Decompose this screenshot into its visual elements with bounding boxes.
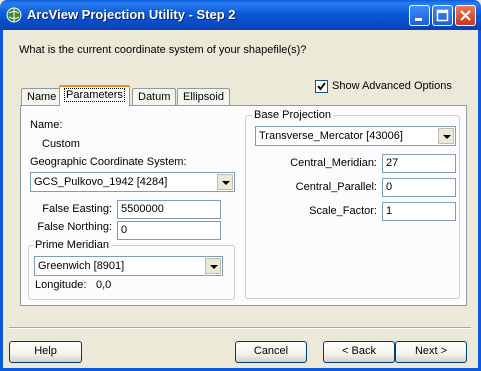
gcs-value: GCS_Pulkovo_1942 [4284] [34, 176, 168, 188]
name-value: Custom [42, 138, 80, 150]
close-button[interactable] [455, 5, 476, 26]
minimize-icon [415, 18, 422, 21]
false-easting-field[interactable]: 5500000 [117, 200, 221, 219]
tab-name-label: Name [27, 91, 57, 103]
tab-datum[interactable]: Datum [132, 88, 177, 105]
base-projection-value: Transverse_Mercator [43006] [259, 130, 403, 142]
maximize-icon [436, 9, 449, 22]
name-label: Name: [30, 119, 63, 131]
central-meridian-label: Central_Meridian: [290, 157, 377, 169]
chevron-down-icon[interactable] [217, 174, 233, 190]
tab-datum-label: Datum [138, 91, 171, 103]
prime-meridian-dropdown[interactable]: Greenwich [8901] [34, 256, 223, 276]
scale-factor-label: Scale_Factor: [309, 205, 377, 217]
globe-icon [6, 7, 22, 23]
base-projection-dropdown[interactable]: Transverse_Mercator [43006] [255, 126, 456, 146]
tab-ellipsoid[interactable]: Ellipsoid [177, 88, 230, 105]
false-northing-field[interactable]: 0 [117, 221, 221, 240]
show-advanced-checkbox[interactable] [315, 80, 328, 93]
gcs-dropdown[interactable]: GCS_Pulkovo_1942 [4284] [30, 172, 235, 192]
chevron-down-icon[interactable] [438, 128, 454, 144]
longitude-label: Longitude: [35, 279, 87, 291]
gcs-label: Geographic Coordinate System: [30, 156, 187, 168]
button-separator [9, 327, 471, 329]
help-button[interactable]: Help [9, 341, 82, 363]
checkmark-icon [317, 82, 326, 91]
central-meridian-field[interactable]: 27 [382, 154, 456, 173]
tab-name[interactable]: Name [21, 88, 63, 105]
prime-meridian-value: Greenwich [8901] [38, 260, 125, 272]
false-northing-label: False Northing: [37, 221, 112, 233]
tab-ellipsoid-label: Ellipsoid [183, 91, 224, 103]
cancel-button[interactable]: Cancel [235, 341, 307, 363]
back-button[interactable]: < Back [323, 341, 395, 363]
close-icon [460, 10, 471, 21]
prompt-text: What is the current coordinate system of… [19, 44, 307, 56]
base-projection-group-label: Base Projection [252, 109, 334, 121]
title-bar[interactable]: ArcView Projection Utility - Step 2 [0, 0, 481, 30]
show-advanced-label[interactable]: Show Advanced Options [332, 80, 452, 92]
central-parallel-field[interactable]: 0 [382, 178, 456, 197]
minimize-button[interactable] [409, 5, 430, 26]
prime-meridian-group-label: Prime Meridian [33, 239, 111, 251]
scale-factor-field[interactable]: 1 [382, 202, 456, 221]
window-frame-left [0, 30, 3, 371]
central-parallel-label: Central_Parallel: [295, 181, 377, 193]
chevron-down-icon[interactable] [205, 258, 221, 274]
parameters-panel: Name: Custom Geographic Coordinate Syste… [20, 105, 467, 306]
maximize-button[interactable] [432, 5, 453, 26]
next-button[interactable]: Next > [395, 341, 467, 363]
tab-parameters-label: Parameters [64, 88, 125, 102]
false-easting-label: False Easting: [42, 203, 112, 215]
window-title: ArcView Projection Utility - Step 2 [27, 7, 236, 22]
longitude-value: 0,0 [96, 279, 112, 291]
tab-parameters[interactable]: Parameters [59, 85, 130, 106]
